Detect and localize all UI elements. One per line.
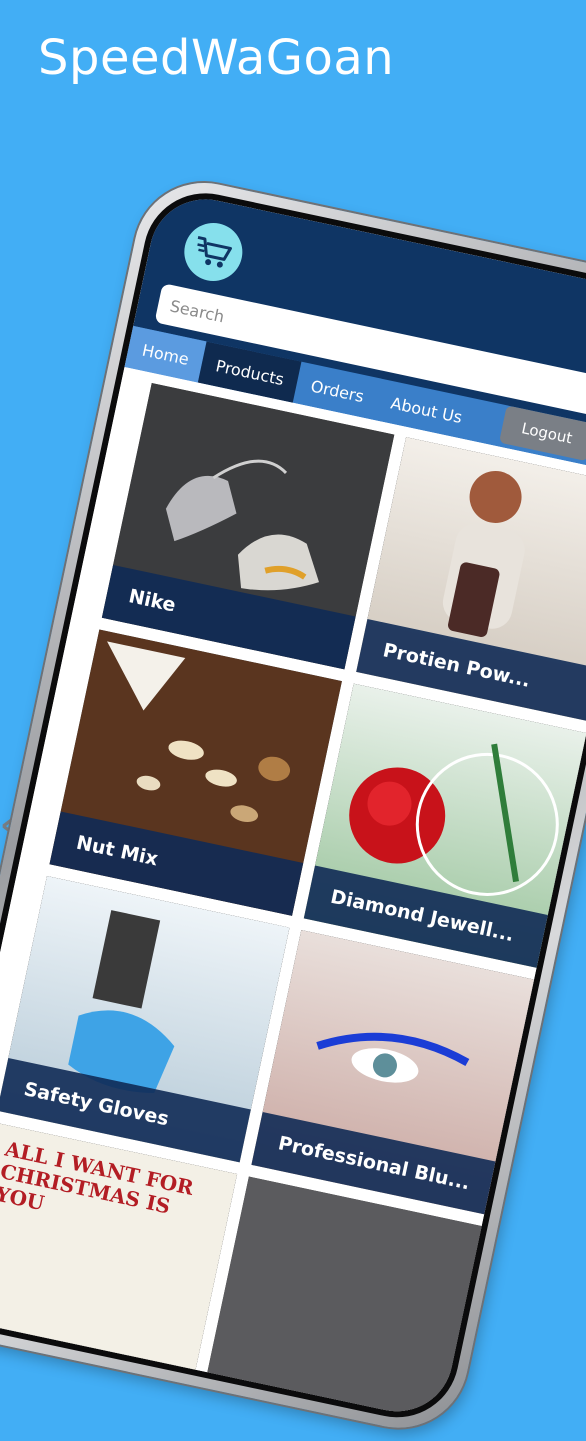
product-card-diamond-jewellery[interactable]: Diamond Jewell... — [303, 683, 586, 970]
product-card-professional-blue[interactable]: Professional Blu... — [251, 930, 544, 1217]
product-card-nut-mix[interactable]: Nut Mix — [49, 629, 342, 916]
cart-icon[interactable] — [178, 217, 248, 287]
product-image-camera — [198, 1176, 492, 1422]
phone-bezel: Home Products Orders About Us Logout — [0, 181, 586, 1429]
product-grid: Nike Protien Pow... Nut Mix Diamond Jewe… — [0, 366, 586, 1422]
product-card-nike[interactable]: Nike — [101, 383, 395, 670]
product-image-christmas: ALL I WANT FOR CHRISTMAS IS YOU — [0, 1122, 238, 1409]
product-card-protein-powder[interactable]: Protien Pow... — [356, 437, 586, 724]
product-card-safety-gloves[interactable]: Safety Gloves — [0, 876, 290, 1163]
app-screen: Home Products Orders About Us Logout — [0, 188, 586, 1422]
product-card-camera[interactable] — [198, 1176, 492, 1422]
app-title: SpeedWaGoan — [38, 30, 395, 86]
phone-frame: Home Products Orders About Us Logout — [0, 170, 586, 1441]
product-card-christmas[interactable]: ALL I WANT FOR CHRISTMAS IS YOU — [0, 1122, 238, 1409]
promo-image-text: ALL I WANT FOR CHRISTMAS IS YOU — [0, 1136, 196, 1219]
